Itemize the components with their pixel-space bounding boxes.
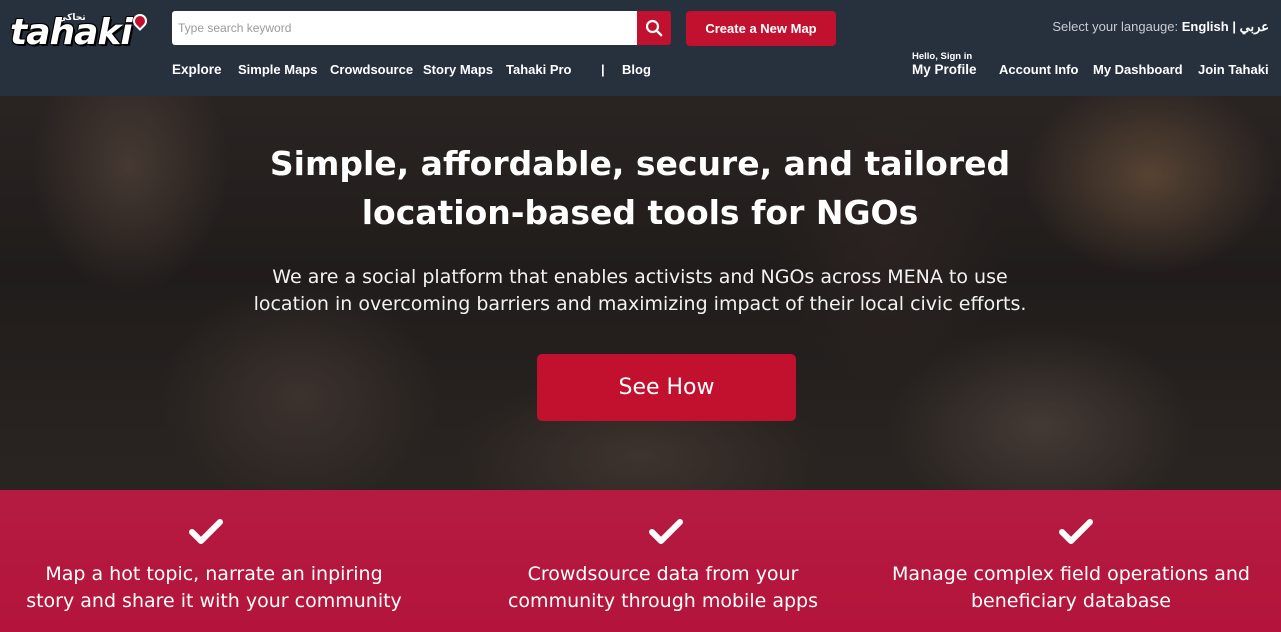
search-input[interactable]	[172, 11, 637, 45]
top-header: tahaki تحاكي Create a New Map Select you…	[0, 0, 1281, 96]
language-arabic-link[interactable]: عربي	[1240, 19, 1269, 34]
search-bar	[172, 11, 671, 45]
logo-arabic-text: تحاكي	[58, 13, 86, 23]
feature-text: Map a hot topic, narrate an inpiring sto…	[4, 561, 424, 615]
hero-section: Simple, affordable, secure, and tailored…	[0, 96, 1281, 490]
feature-text-line2: story and share it with your community	[26, 590, 402, 612]
search-icon	[645, 19, 663, 37]
hero-title-line2: location-based tools for NGOs	[361, 193, 919, 232]
hello-sign-in-text: Hello, Sign in	[912, 51, 973, 62]
feature-text-line1: Crowdsource data from your	[527, 563, 799, 585]
nav-account-info[interactable]: Account Info	[999, 62, 1078, 77]
map-pin-icon	[130, 11, 150, 31]
nav-my-profile[interactable]: My Profile	[912, 62, 977, 77]
hero-title-line1: Simple, affordable, secure, and tailored	[269, 144, 1011, 183]
feature-map-hot-topic: Map a hot topic, narrate an inpiring sto…	[4, 490, 424, 632]
nav-divider: |	[601, 62, 605, 77]
search-button[interactable]	[637, 11, 671, 45]
features-band: Map a hot topic, narrate an inpiring sto…	[0, 490, 1281, 632]
feature-text-line1: Manage complex field operations and	[891, 563, 1250, 585]
nav-explore[interactable]: Explore	[172, 62, 222, 77]
hero-subtitle-line2: location in overcoming barriers and maxi…	[253, 293, 1027, 315]
feature-field-operations: Manage complex field operations and bene…	[861, 490, 1281, 632]
feature-text-line2: beneficiary database	[970, 590, 1171, 612]
checkmark-icon	[1059, 519, 1093, 544]
create-new-map-button[interactable]: Create a New Map	[686, 11, 836, 46]
nav-blog[interactable]: Blog	[622, 62, 651, 77]
nav-simple-maps[interactable]: Simple Maps	[238, 62, 317, 77]
nav-my-dashboard[interactable]: My Dashboard	[1093, 62, 1183, 77]
tahaki-logo[interactable]: tahaki تحاكي	[10, 11, 150, 54]
checkmark-icon	[649, 519, 683, 544]
nav-join-tahaki[interactable]: Join Tahaki	[1198, 62, 1269, 77]
hero-subtitle: We are a social platform that enables ac…	[240, 264, 1040, 318]
hero-subtitle-line1: We are a social platform that enables ac…	[272, 266, 1008, 288]
language-selector: Select your langauge: English | عربي	[1052, 19, 1269, 35]
language-english-link[interactable]: English	[1182, 19, 1229, 34]
language-label: Select your langauge:	[1052, 19, 1179, 34]
nav-story-maps[interactable]: Story Maps	[423, 62, 493, 77]
see-how-button[interactable]: See How	[537, 354, 796, 421]
language-separator: |	[1232, 19, 1236, 34]
feature-text: Crowdsource data from your community thr…	[453, 561, 873, 615]
checkmark-icon	[189, 519, 223, 544]
hero-title: Simple, affordable, secure, and tailored…	[240, 139, 1040, 237]
feature-text-line2: community through mobile apps	[507, 590, 819, 612]
nav-crowdsource[interactable]: Crowdsource	[330, 62, 413, 77]
feature-text-line1: Map a hot topic, narrate an inpiring	[45, 563, 383, 585]
nav-tahaki-pro[interactable]: Tahaki Pro	[506, 62, 572, 77]
feature-crowdsource-data: Crowdsource data from your community thr…	[453, 490, 873, 632]
feature-text: Manage complex field operations and bene…	[861, 561, 1281, 615]
